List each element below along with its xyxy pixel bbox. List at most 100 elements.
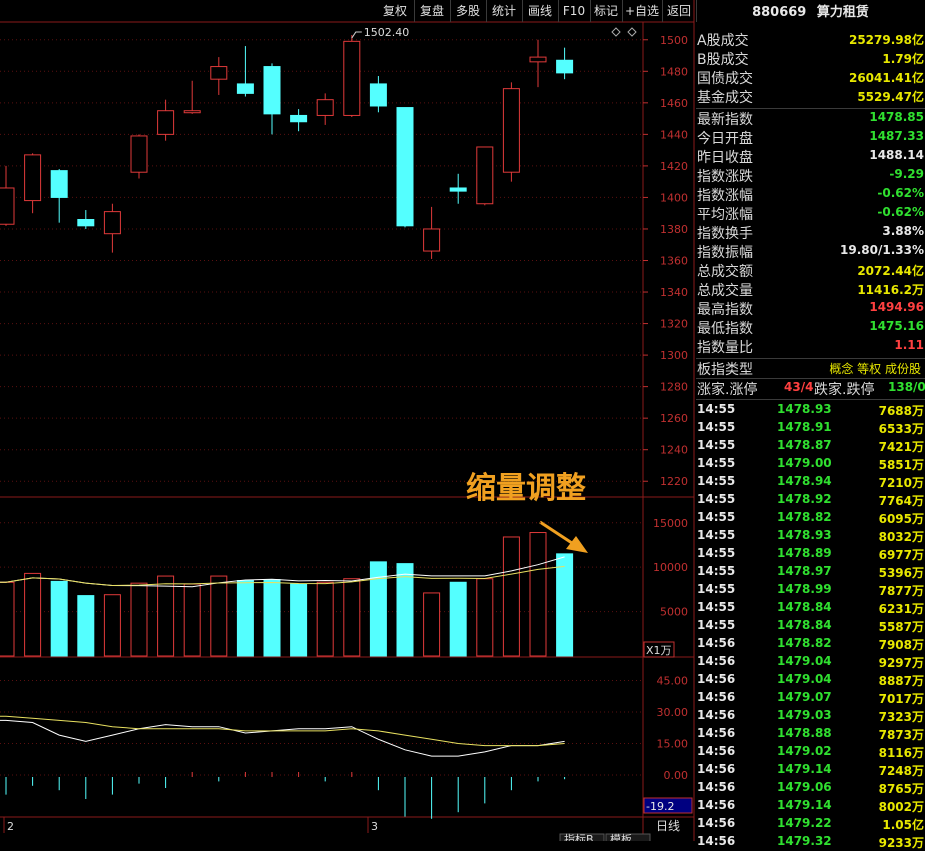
- volume-bar[interactable]: [236, 580, 254, 657]
- volume-bar[interactable]: [556, 553, 574, 657]
- toolbar-8-button[interactable]: 返回: [662, 0, 697, 22]
- volume-bar[interactable]: [103, 594, 121, 657]
- volume-bar[interactable]: [369, 561, 387, 657]
- bottom-tab-label[interactable]: 指标B: [564, 832, 594, 841]
- tick-price: 1479.32: [777, 834, 832, 848]
- volume-bar[interactable]: [24, 572, 42, 657]
- volume-bar[interactable]: [529, 532, 547, 657]
- candle-body[interactable]: [103, 211, 121, 235]
- tick-row[interactable]: 14:55 1478.84 5587万: [696, 617, 925, 635]
- tick-volume: 7877万: [878, 584, 924, 598]
- toolbar-1-button[interactable]: 复盘: [414, 0, 451, 22]
- tick-row[interactable]: 14:55 1478.92 7764万: [696, 491, 925, 509]
- volume-bar[interactable]: [502, 536, 520, 657]
- candle-body[interactable]: [476, 146, 494, 205]
- toolbar-3-button[interactable]: 统计: [486, 0, 523, 22]
- candle-body[interactable]: [316, 99, 334, 116]
- tick-price: 1479.00: [777, 456, 832, 470]
- tick-row[interactable]: 14:55 1478.82 6095万: [696, 509, 925, 527]
- volume-bar[interactable]: [449, 581, 467, 657]
- candle-body[interactable]: [77, 219, 95, 227]
- toolbar-6-button[interactable]: 标记: [590, 0, 623, 22]
- tick-row[interactable]: 14:56 1479.07 7017万: [696, 689, 925, 707]
- tick-row[interactable]: 14:56 1479.14 8002万: [696, 797, 925, 815]
- candle-body[interactable]: [157, 110, 175, 135]
- tick-price: 1479.04: [777, 672, 832, 686]
- index-code: 880669: [752, 5, 807, 20]
- toolbar-7-button[interactable]: +自选: [622, 0, 663, 22]
- tick-row[interactable]: 14:55 1478.97 5396万: [696, 563, 925, 581]
- tick-row[interactable]: 14:56 1479.14 7248万: [696, 761, 925, 779]
- candle-body[interactable]: [263, 66, 281, 115]
- candle-body[interactable]: [24, 154, 42, 202]
- candle-body[interactable]: [396, 107, 414, 227]
- volume-bar[interactable]: [183, 583, 201, 657]
- toolbar-4-button[interactable]: 画线: [522, 0, 559, 22]
- type-value[interactable]: 概念 等权 成份股: [829, 360, 921, 377]
- candle-body[interactable]: [0, 187, 15, 225]
- candle-body[interactable]: [236, 83, 254, 94]
- tick-row[interactable]: 14:55 1478.84 6231万: [696, 599, 925, 617]
- tick-price: 1478.94: [777, 474, 832, 488]
- candle-body[interactable]: [556, 59, 574, 74]
- tick-row[interactable]: 14:56 1479.22 1.05亿: [696, 815, 925, 833]
- candle-body[interactable]: [423, 228, 441, 252]
- toolbar-5-button[interactable]: F10: [558, 0, 591, 22]
- volume-bar[interactable]: [157, 575, 175, 657]
- marker-diamond-icon[interactable]: [627, 27, 637, 37]
- tick-row[interactable]: 14:55 1478.93 8032万: [696, 527, 925, 545]
- candle-body[interactable]: [449, 187, 467, 192]
- candle-body[interactable]: [369, 83, 387, 107]
- marker-diamond-icon[interactable]: [611, 27, 621, 37]
- candle-body[interactable]: [183, 110, 201, 114]
- candle-body[interactable]: [50, 170, 68, 198]
- volume-bar[interactable]: [263, 579, 281, 657]
- period-label[interactable]: 日线: [656, 819, 680, 833]
- tick-row[interactable]: 14:55 1478.89 6977万: [696, 545, 925, 563]
- tick-row[interactable]: 14:55 1478.91 6533万: [696, 419, 925, 437]
- candle-body[interactable]: [210, 66, 228, 80]
- candle-body[interactable]: [130, 135, 148, 173]
- tick-row[interactable]: 14:56 1479.04 9297万: [696, 653, 925, 671]
- tick-row[interactable]: 14:56 1479.06 8765万: [696, 779, 925, 797]
- tick-row[interactable]: 14:56 1479.03 7323万: [696, 707, 925, 725]
- stat-row: B股成交 1.79亿: [696, 49, 925, 68]
- up-label: 涨家.涨停: [697, 382, 758, 398]
- volume-bar[interactable]: [0, 581, 15, 657]
- candle-body[interactable]: [529, 56, 547, 63]
- candle-body[interactable]: [502, 88, 520, 173]
- volume-bar[interactable]: [290, 583, 308, 657]
- tick-row[interactable]: 14:55 1478.93 7688万: [696, 401, 925, 419]
- volume-bar[interactable]: [316, 581, 334, 657]
- bottom-tab-label[interactable]: 模板: [610, 832, 632, 841]
- tick-row[interactable]: 14:55 1478.87 7421万: [696, 437, 925, 455]
- price-tick-label: 1460: [660, 97, 688, 110]
- volume-bar[interactable]: [50, 580, 68, 657]
- tick-row[interactable]: 14:56 1478.88 7873万: [696, 725, 925, 743]
- stat-row: 指数量比 1.11: [696, 337, 925, 356]
- tick-volume: 7017万: [878, 692, 924, 706]
- tick-price: 1479.14: [777, 798, 832, 812]
- tick-row[interactable]: 14:55 1479.00 5851万: [696, 455, 925, 473]
- stat-value: -9.29: [889, 167, 924, 181]
- candle-body[interactable]: [290, 114, 308, 123]
- toolbar-0-button[interactable]: 复权: [376, 0, 415, 22]
- tick-row[interactable]: 14:56 1479.32 9233万: [696, 833, 925, 851]
- indicator-tick-label: 45.00: [657, 675, 689, 688]
- toolbar-2-button[interactable]: 多股: [450, 0, 487, 22]
- up-value: 43/4: [784, 380, 814, 394]
- stat-value: 1494.96: [869, 300, 924, 314]
- candle-body[interactable]: [343, 40, 361, 116]
- tick-row[interactable]: 14:55 1478.99 7877万: [696, 581, 925, 599]
- volume-bar[interactable]: [476, 578, 494, 657]
- volume-bar[interactable]: [130, 582, 148, 657]
- volume-bar[interactable]: [210, 575, 228, 657]
- volume-bar[interactable]: [423, 592, 441, 657]
- volume-bar[interactable]: [343, 578, 361, 657]
- tick-row[interactable]: 14:56 1478.82 7908万: [696, 635, 925, 653]
- xaxis-label: 3: [371, 820, 378, 833]
- tick-row[interactable]: 14:56 1479.04 8887万: [696, 671, 925, 689]
- volume-bar[interactable]: [77, 595, 95, 657]
- tick-row[interactable]: 14:56 1479.02 8116万: [696, 743, 925, 761]
- tick-row[interactable]: 14:55 1478.94 7210万: [696, 473, 925, 491]
